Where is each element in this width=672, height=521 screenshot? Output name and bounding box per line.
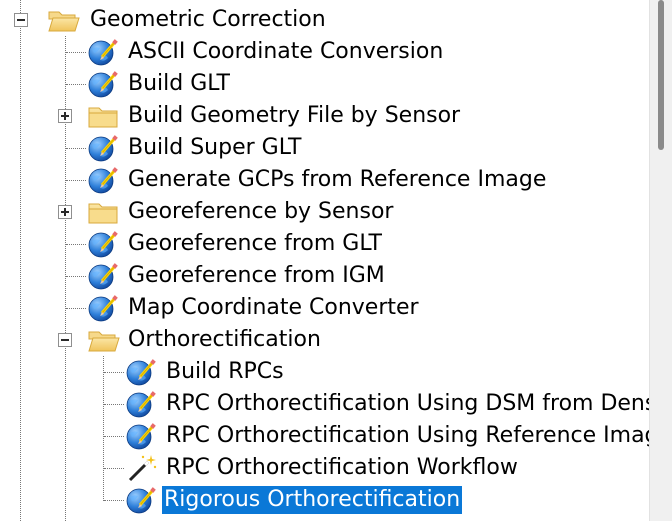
tree-item-rpc-ortho-reference-image[interactable]: RPC Orthorectification Using Reference I… (0, 420, 650, 452)
tree-item-rigorous-orthorectification[interactable]: Rigorous Orthorectification (0, 484, 650, 516)
tree-item-label: Generate GCPs from Reference Image (128, 167, 547, 192)
tree-node-georeference-by-sensor[interactable]: Georeference by Sensor (0, 196, 650, 228)
folder-open-icon (46, 6, 80, 34)
folder-icon (86, 102, 120, 130)
tree-item-label: Georeference from GLT (128, 231, 382, 256)
tree-item-build-rpcs[interactable]: Build RPCs (0, 356, 650, 388)
tree-item-georeference-from-igm[interactable]: Georeference from IGM (0, 260, 650, 292)
collapse-toggle[interactable] (14, 13, 28, 27)
tree-item-label: RPC Orthorectification Using DSM from De… (166, 391, 650, 416)
tree-item-georeference-from-glt[interactable]: Georeference from GLT (0, 228, 650, 260)
globe-pencil-icon (86, 70, 120, 98)
tree-item-map-coordinate-converter[interactable]: Map Coordinate Converter (0, 292, 650, 324)
tree-item-label: Georeference from IGM (128, 263, 385, 288)
globe-pencil-icon (86, 166, 120, 194)
vertical-scrollbar[interactable] (649, 0, 672, 521)
globe-pencil-icon (124, 358, 158, 386)
tree-item-ascii-coordinate-conversion[interactable]: ASCII Coordinate Conversion (0, 36, 650, 68)
expand-toggle[interactable] (58, 109, 72, 123)
tree-item-label: RPC Orthorectification Using Reference I… (166, 423, 650, 448)
tree-item-label: Build Super GLT (128, 135, 302, 160)
globe-pencil-icon (86, 262, 120, 290)
tree-node-label: Orthorectification (128, 327, 321, 352)
tree-node-label: Georeference by Sensor (128, 199, 394, 224)
tree-node-orthorectification[interactable]: Orthorectification (0, 324, 650, 356)
globe-pencil-icon (86, 38, 120, 66)
tree-node-label: Geometric Correction (90, 7, 326, 32)
collapse-toggle[interactable] (58, 333, 72, 347)
globe-pencil-icon (86, 294, 120, 322)
folder-open-icon (86, 326, 120, 354)
globe-pencil-icon (124, 422, 158, 450)
tree-item-build-super-glt[interactable]: Build Super GLT (0, 132, 650, 164)
tree-node-next-partial[interactable] (0, 515, 650, 521)
tree-node-build-geometry-file-by-sensor[interactable]: Build Geometry File by Sensor (0, 100, 650, 132)
globe-pencil-icon (124, 486, 158, 514)
magic-wand-icon (124, 454, 158, 482)
expand-toggle[interactable] (58, 205, 72, 219)
tree-item-build-glt[interactable]: Build GLT (0, 68, 650, 100)
tree-item-label: Build GLT (128, 71, 230, 96)
scrollbar-thumb[interactable] (658, 0, 664, 150)
globe-pencil-icon (86, 230, 120, 258)
tree-item-rpc-ortho-dsm[interactable]: RPC Orthorectification Using DSM from De… (0, 388, 650, 420)
tree-item-generate-gcps-from-reference-image[interactable]: Generate GCPs from Reference Image (0, 164, 650, 196)
folder-icon (86, 517, 120, 521)
globe-pencil-icon (86, 134, 120, 162)
tree-item-label: RPC Orthorectification Workflow (166, 455, 518, 480)
globe-pencil-icon (124, 390, 158, 418)
tree-item-label: ASCII Coordinate Conversion (128, 39, 444, 64)
tree-node-geometric-correction[interactable]: Geometric Correction (0, 4, 650, 36)
tree-item-rpc-ortho-workflow[interactable]: RPC Orthorectification Workflow (0, 452, 650, 484)
tree-item-label: Build RPCs (166, 359, 284, 384)
folder-icon (86, 198, 120, 226)
tree-view[interactable]: Geometric Correction ASCII Coordinate Co… (0, 0, 650, 521)
tree-node-label: Build Geometry File by Sensor (128, 103, 461, 128)
tree-item-label: Map Coordinate Converter (128, 295, 419, 320)
tree-item-label-selected: Rigorous Orthorectification (162, 486, 463, 514)
